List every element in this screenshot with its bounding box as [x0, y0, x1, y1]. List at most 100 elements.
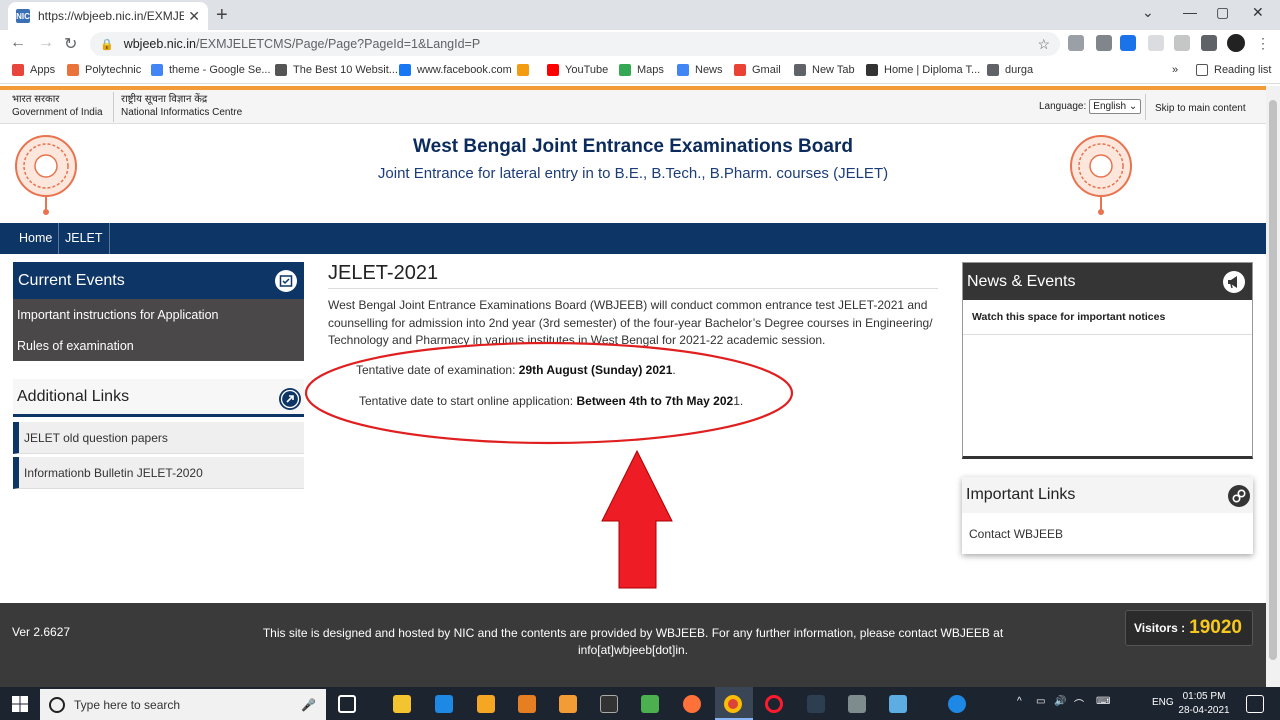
profile-avatar[interactable] [1227, 34, 1245, 52]
sublime-icon[interactable] [518, 695, 536, 713]
additional-link-item[interactable]: Informationb Bulletin JELET-2020 [13, 457, 304, 489]
wbjeeb-logo-right [1070, 135, 1132, 215]
chrome-icon[interactable] [724, 695, 742, 713]
megaphone-icon [1223, 271, 1245, 293]
input-language[interactable]: ENG [1152, 697, 1174, 708]
windows-taskbar: Type here to search 🎤 ^ ▭ 🔊 ⌒ ⌨ ENG 01:0… [0, 687, 1280, 720]
reload-icon[interactable]: ↻ [64, 34, 77, 54]
app-icon[interactable] [848, 695, 866, 713]
back-icon[interactable]: ← [10, 34, 26, 52]
scrollbar-thumb[interactable] [1269, 100, 1277, 660]
microphone-icon[interactable]: 🎤 [301, 698, 316, 712]
gmail-icon [734, 64, 746, 76]
exam-date-end: . [672, 363, 676, 377]
close-window-button[interactable]: ✕ [1252, 4, 1264, 21]
firefox-icon[interactable] [683, 695, 701, 713]
news-note: Watch this space for important notices [972, 311, 1166, 323]
network-icon[interactable]: ▭ [1036, 696, 1045, 707]
terminal-icon[interactable] [600, 695, 618, 713]
notifications-icon[interactable] [1246, 695, 1264, 713]
maximize-button[interactable]: ▢ [1216, 4, 1229, 21]
google-icon [151, 64, 163, 76]
bookmark-item[interactable] [517, 64, 535, 76]
url-path: /EXMJELETCMS/Page/Page?PageId=1&LangId=P [195, 37, 481, 51]
cortana-circle-icon [49, 696, 65, 713]
lock-icon: 🔒 [100, 38, 114, 51]
mouse-extension-icon[interactable] [1174, 35, 1190, 51]
bookmark-item[interactable]: Gmail [734, 64, 781, 76]
xampp-icon[interactable] [559, 695, 577, 713]
bookmark-item[interactable]: New Tab [794, 64, 855, 76]
bookmark-item[interactable]: Home | Diploma T... [866, 64, 980, 76]
bookmark-item[interactable]: The Best 10 Websit... [275, 64, 398, 76]
bookmark-item[interactable]: durga [987, 64, 1033, 76]
taskbar-time: 01:05 PM [1182, 691, 1226, 702]
nav-jelet[interactable]: JELET [59, 223, 110, 254]
bookmark-item[interactable]: YouTube [547, 64, 608, 76]
app-icon[interactable] [477, 695, 495, 713]
notepad-icon[interactable] [641, 695, 659, 713]
application-date-end: 1. [733, 394, 744, 408]
taskbar-clock[interactable]: 01:05 PM 28-04-2021 [1174, 690, 1234, 718]
bookmark-label: www.facebook.com [417, 64, 512, 76]
polytechnic-icon [67, 64, 79, 76]
divider [113, 92, 114, 122]
more-bookmarks-icon[interactable]: » [1172, 64, 1178, 76]
windows-start-icon[interactable] [11, 695, 29, 713]
bookmark-item[interactable]: theme - Google Se... [151, 64, 271, 76]
current-event-item[interactable]: Important instructions for Application [17, 308, 219, 322]
close-tab-icon[interactable]: ✕ [188, 8, 200, 25]
current-event-item[interactable]: Rules of examination [17, 339, 134, 353]
current-events-title: Current Events [18, 271, 125, 289]
taskbar-search[interactable]: Type here to search 🎤 [40, 689, 326, 720]
eyedropper-extension-icon[interactable] [1068, 35, 1084, 51]
site-footer: Ver 2.6627 This site is designed and hos… [0, 603, 1266, 687]
skip-to-main-link[interactable]: Skip to main content [1145, 94, 1246, 120]
gov-india-link[interactable]: भारत सरकार Government of India [12, 93, 103, 119]
reading-list-button[interactable]: Reading list [1196, 64, 1271, 76]
maps-icon [619, 64, 631, 76]
site-header: West Bengal Joint Entrance Examinations … [0, 124, 1266, 223]
browser-tab[interactable]: NIC https://wbjeeb.nic.in/EXMJELETCM ✕ [8, 2, 208, 30]
facebook-icon [399, 64, 411, 76]
bookmark-item[interactable]: Apps [12, 64, 55, 76]
file-explorer-icon[interactable] [393, 695, 411, 713]
bookmark-item[interactable]: News [677, 64, 723, 76]
opera-icon[interactable] [765, 695, 783, 713]
browser-toolbar: ← → ↻ 🔒 wbjeeb.nic.in /EXMJELETCMS/Page/… [0, 30, 1280, 58]
gov-india-english: Government of India [12, 107, 103, 118]
additional-link-item[interactable]: JELET old question papers [13, 422, 304, 454]
puzzle-extensions-icon[interactable] [1201, 35, 1217, 51]
volume-icon[interactable]: 🔊 [1054, 696, 1066, 707]
bookmark-star-icon[interactable]: ☆ [1037, 36, 1050, 53]
link-chain-icon [1228, 485, 1250, 507]
address-bar[interactable]: 🔒 wbjeeb.nic.in /EXMJELETCMS/Page/Page?P… [90, 32, 1060, 56]
nav-home[interactable]: Home [13, 223, 60, 254]
help-icon[interactable] [948, 695, 966, 713]
edge-icon[interactable] [435, 695, 453, 713]
app-icon[interactable] [807, 695, 825, 713]
tab-search-icon[interactable]: ⌄ [1142, 4, 1154, 21]
bookmark-item[interactable]: Maps [619, 64, 664, 76]
task-view-icon[interactable] [338, 695, 356, 713]
bookmark-item[interactable]: www.facebook.com [399, 64, 512, 76]
page-scrollbar[interactable] [1266, 86, 1280, 687]
nic-link[interactable]: राष्ट्रीय सूचना विज्ञान केंद्र National … [121, 93, 242, 119]
translate-extension-icon[interactable] [1120, 35, 1136, 51]
forward-icon[interactable]: → [38, 34, 54, 52]
exam-date-line: Tentative date of examination: 29th Augu… [356, 363, 676, 377]
check-extension-icon[interactable] [1148, 35, 1164, 51]
extension-icon[interactable] [1096, 35, 1112, 51]
bookmark-item[interactable]: Polytechnic [67, 64, 141, 76]
keyboard-icon[interactable]: ⌨ [1096, 696, 1110, 707]
minimize-button[interactable]: — [1183, 4, 1197, 20]
chevron-up-icon[interactable]: ^ [1017, 696, 1022, 707]
contact-wbjeeb-link[interactable]: Contact WBJEEB [969, 527, 1063, 541]
language-select[interactable]: English ⌄ [1089, 99, 1142, 114]
app-icon[interactable] [889, 695, 907, 713]
menu-kebab-icon[interactable]: ⋮ [1256, 35, 1272, 51]
new-tab-button[interactable]: + [216, 4, 228, 27]
wifi-icon[interactable]: ⌒ [1074, 696, 1084, 711]
url-host: wbjeeb.nic.in [123, 37, 196, 51]
language-selector: Language: English ⌄ [1039, 99, 1142, 114]
